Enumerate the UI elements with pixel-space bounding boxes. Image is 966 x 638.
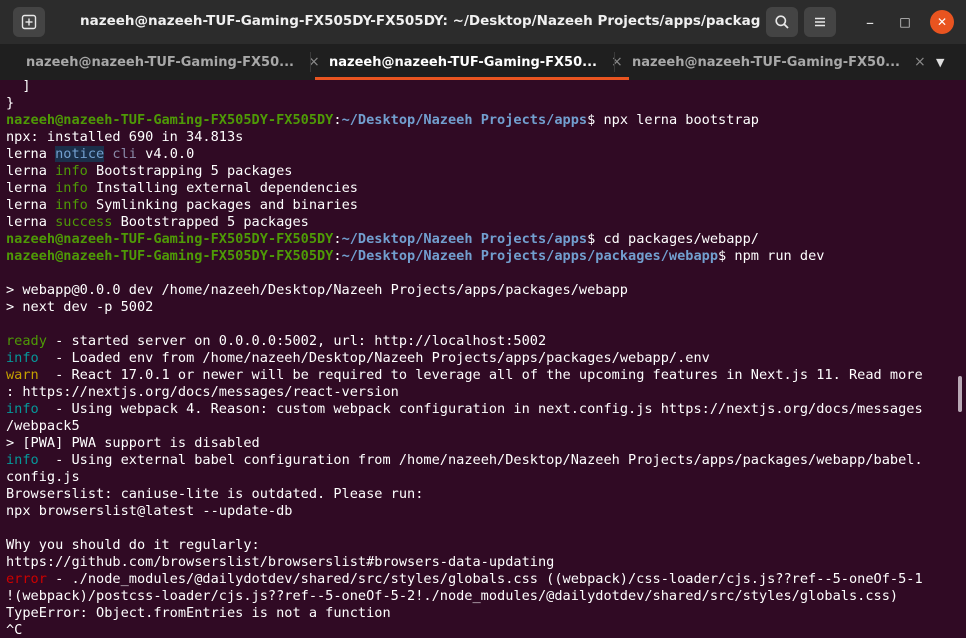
tab-1[interactable]: nazeeh@nazeeh-TUF-Gaming-FX50... × — [26, 44, 320, 80]
terminal-line: lerna info Symlinking packages and binar… — [6, 197, 358, 213]
terminal-line: TypeError: Object.fromEntries is not a f… — [6, 605, 391, 621]
maximize-icon: □ — [899, 15, 911, 29]
prompt-line: nazeeh@nazeeh-TUF-Gaming-FX505DY-FX505DY… — [6, 231, 759, 247]
title-bar: nazeeh@nazeeh-TUF-Gaming-FX505DY-FX505DY… — [0, 0, 966, 44]
tab-label: nazeeh@nazeeh-TUF-Gaming-FX50... — [26, 54, 294, 70]
new-tab-button[interactable] — [13, 7, 45, 37]
close-icon: ✕ — [936, 15, 948, 29]
prompt-line: nazeeh@nazeeh-TUF-Gaming-FX505DY-FX505DY… — [6, 248, 825, 264]
tab-divider — [310, 52, 311, 72]
close-button[interactable]: ✕ — [930, 10, 954, 34]
prompt-line: nazeeh@nazeeh-TUF-Gaming-FX505DY-FX505DY… — [6, 112, 759, 128]
terminal-scrollbar[interactable] — [954, 80, 966, 638]
terminal-line: warn - React 17.0.1 or newer will be req… — [6, 367, 923, 383]
new-tab-icon — [21, 14, 37, 30]
search-button[interactable] — [766, 7, 798, 37]
terminal-line: ] — [6, 78, 31, 94]
terminal-line: lerna info Installing external dependenc… — [6, 180, 358, 196]
terminal-line: npx: installed 690 in 34.813s — [6, 129, 244, 145]
terminal-line: } — [6, 95, 15, 111]
tab-bar: nazeeh@nazeeh-TUF-Gaming-FX50... × nazee… — [0, 44, 966, 80]
tab-label: nazeeh@nazeeh-TUF-Gaming-FX50... — [632, 54, 900, 70]
terminal-line: > [PWA] PWA support is disabled — [6, 435, 260, 451]
terminal-line: info - Using webpack 4. Reason: custom w… — [6, 401, 923, 417]
tab-divider — [614, 52, 615, 72]
tab-label: nazeeh@nazeeh-TUF-Gaming-FX50... — [329, 54, 597, 70]
tab-close-icon[interactable]: × — [914, 54, 926, 70]
chevron-down-icon: ▼ — [936, 56, 945, 69]
tabs-dropdown-button[interactable]: ▼ — [936, 56, 944, 69]
terminal-line: ready - started server on 0.0.0.0:5002, … — [6, 333, 547, 349]
search-icon — [775, 15, 789, 29]
terminal-line: : https://nextjs.org/docs/messages/react… — [6, 384, 399, 400]
menu-button[interactable] — [804, 7, 836, 37]
minimize-icon: – — [866, 12, 874, 32]
maximize-button[interactable]: □ — [893, 10, 917, 34]
terminal-line: Why you should do it regularly: — [6, 537, 260, 553]
hamburger-menu-icon — [815, 17, 825, 27]
terminal-output[interactable]: ] } nazeeh@nazeeh-TUF-Gaming-FX505DY-FX5… — [0, 78, 954, 636]
tab-3[interactable]: nazeeh@nazeeh-TUF-Gaming-FX50... × — [632, 44, 926, 80]
terminal-line: > next dev -p 5002 — [6, 299, 154, 315]
terminal-line: lerna notice cli v4.0.0 — [6, 146, 195, 162]
terminal-line: info - Using external babel configuratio… — [6, 452, 923, 468]
tab-close-icon[interactable]: × — [611, 54, 623, 70]
terminal-line: lerna info Bootstrapping 5 packages — [6, 163, 293, 179]
tab-2-active[interactable]: nazeeh@nazeeh-TUF-Gaming-FX50... × — [315, 44, 629, 80]
minimize-button[interactable]: – — [858, 10, 882, 34]
window-title: nazeeh@nazeeh-TUF-Gaming-FX505DY-FX505DY… — [80, 13, 760, 29]
terminal-line: ^C — [6, 622, 23, 636]
terminal-line: config.js — [6, 469, 80, 485]
terminal-line: > webapp@0.0.0 dev /home/nazeeh/Desktop/… — [6, 282, 628, 298]
terminal-line: /webpack5 — [6, 418, 80, 434]
terminal-line: Browserslist: caniuse-lite is outdated. … — [6, 486, 424, 502]
terminal-line: https://github.com/browserslist/browsers… — [6, 554, 555, 570]
terminal-line: info - Loaded env from /home/nazeeh/Desk… — [6, 350, 710, 366]
terminal-line: !(webpack)/postcss-loader/cjs.js??ref--5… — [6, 588, 899, 604]
terminal-line: error - ./node_modules/@dailydotdev/shar… — [6, 571, 923, 587]
terminal-line: npx browserslist@latest --update-db — [6, 503, 293, 519]
scrollbar-thumb[interactable] — [958, 376, 962, 412]
terminal-line: lerna success Bootstrapped 5 packages — [6, 214, 309, 230]
